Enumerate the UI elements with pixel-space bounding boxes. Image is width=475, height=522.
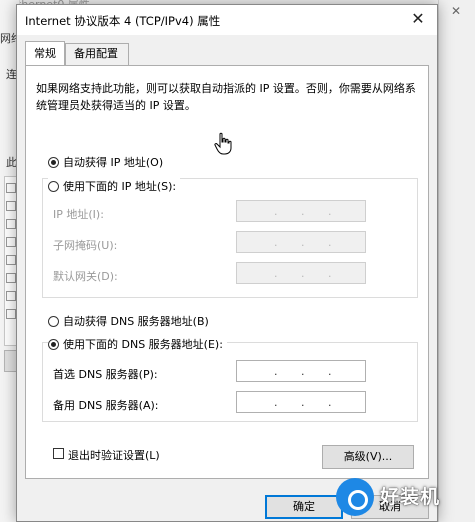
- dialog-title: Internet 协议版本 4 (TCP/IPv4) 属性: [25, 14, 221, 28]
- auto-dns-radio[interactable]: [48, 315, 59, 327]
- background-checkbox: [6, 201, 16, 211]
- alternate-dns-input[interactable]: ...: [236, 391, 366, 413]
- manual-ip-radio[interactable]: [48, 180, 59, 192]
- description-text: 如果网络支持此功能，则可以获取自动指派的 IP 设置。否则，你需要从网络系统管理…: [36, 82, 416, 112]
- manual-dns-label: 使用下面的 DNS 服务器地址(E):: [63, 338, 223, 351]
- general-tab-panel: 如果网络支持此功能，则可以获取自动指派的 IP 设置。否则，你需要从网络系统管理…: [25, 65, 429, 479]
- dialog-titlebar: Internet 协议版本 4 (TCP/IPv4) 属性 ✕: [17, 5, 437, 35]
- background-checkbox: [6, 273, 16, 283]
- manual-dns-option[interactable]: 使用下面的 DNS 服务器地址(E):: [48, 336, 227, 352]
- validate-on-exit-checkbox[interactable]: [53, 448, 64, 459]
- ipv4-properties-dialog: Internet 协议版本 4 (TCP/IPv4) 属性 ✕ 常规 备用配置 …: [16, 4, 438, 522]
- watermark-text: 好装机: [380, 486, 441, 508]
- watermark: 好装机: [332, 472, 472, 520]
- background-checkbox: [6, 183, 16, 193]
- background-checkbox: [6, 309, 16, 319]
- preferred-dns-label: 首选 DNS 服务器(P):: [53, 368, 158, 381]
- alternate-dns-label: 备用 DNS 服务器(A):: [53, 399, 159, 412]
- background-checkbox: [6, 255, 16, 265]
- background-close-icon: ✕: [451, 4, 462, 18]
- auto-dns-label: 自动获得 DNS 服务器地址(B): [63, 315, 209, 328]
- auto-ip-option[interactable]: 自动获得 IP 地址(O): [48, 154, 168, 170]
- subnet-mask-label: 子网掩码(U):: [53, 239, 118, 252]
- manual-dns-radio[interactable]: [48, 338, 59, 350]
- background-checkbox: [6, 237, 16, 247]
- tab-alternate-config[interactable]: 备用配置: [65, 43, 129, 65]
- ip-address-label: IP 地址(I):: [53, 208, 104, 221]
- ip-address-input[interactable]: ...: [236, 200, 366, 222]
- auto-ip-radio[interactable]: [48, 156, 59, 168]
- background-checkbox: [6, 291, 16, 301]
- auto-ip-label: 自动获得 IP 地址(O): [63, 156, 164, 169]
- tab-general[interactable]: 常规: [25, 41, 65, 65]
- background-checkbox: [6, 219, 16, 229]
- default-gateway-input[interactable]: ...: [236, 262, 366, 284]
- hand-cursor-icon: [214, 132, 232, 155]
- manual-ip-option[interactable]: 使用下面的 IP 地址(S):: [48, 178, 181, 194]
- auto-dns-option[interactable]: 自动获得 DNS 服务器地址(B): [48, 313, 213, 329]
- validate-on-exit-label: 退出时验证设置(L): [68, 449, 160, 462]
- manual-ip-label: 使用下面的 IP 地址(S):: [63, 180, 177, 193]
- subnet-mask-input[interactable]: ...: [236, 231, 366, 253]
- background-window-right-edge: [438, 0, 475, 522]
- watermark-logo-icon: [336, 478, 374, 516]
- close-icon[interactable]: ✕: [409, 10, 427, 28]
- default-gateway-label: 默认网关(D):: [53, 270, 118, 283]
- advanced-button[interactable]: 高级(V)...: [322, 445, 414, 469]
- preferred-dns-input[interactable]: ...: [236, 360, 366, 382]
